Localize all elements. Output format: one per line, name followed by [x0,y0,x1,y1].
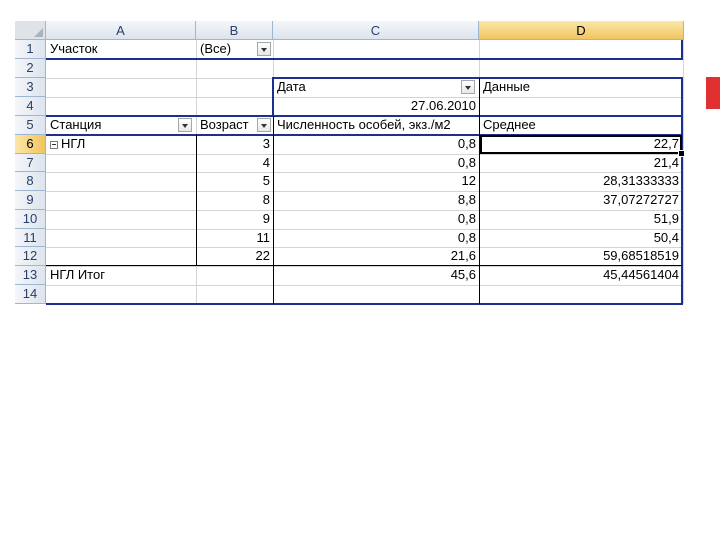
filter-label[interactable]: Участок [47,40,195,58]
filter-value[interactable]: (Все) [197,40,257,58]
age-dropdown-button[interactable] [257,118,271,132]
row-header-4[interactable]: 4 [15,97,46,116]
chevron-down-icon [465,86,471,90]
age-cell[interactable]: 3 [197,135,273,153]
mean-cell[interactable]: 50,4 [480,229,682,247]
chevron-down-icon [261,124,267,128]
pivot-field-date[interactable]: Дата [274,78,464,96]
active-cell-outline[interactable] [480,135,682,154]
station-group-label: НГЛ [61,136,86,151]
column-label-mean[interactable]: Среднее [480,116,680,134]
count-cell[interactable]: 8,8 [274,191,479,209]
row-header-10[interactable]: 10 [15,210,46,229]
row-header-9[interactable]: 9 [15,191,46,210]
fill-handle[interactable] [678,150,685,157]
column-header-a[interactable]: A [46,21,196,40]
total-mean-cell[interactable]: 45,44561404 [480,266,682,284]
pivot-border [681,40,683,60]
column-header-c[interactable]: C [273,21,479,40]
count-cell[interactable]: 0,8 [274,135,479,153]
count-cell[interactable]: 0,8 [274,229,479,247]
count-cell[interactable]: 21,6 [274,247,479,265]
row-header-12[interactable]: 12 [15,247,46,266]
age-cell[interactable]: 22 [197,247,273,265]
row-header-3[interactable]: 3 [15,78,46,97]
row-header-8[interactable]: 8 [15,172,46,191]
select-all-icon [34,28,43,37]
pivot-border [272,77,274,117]
mean-cell[interactable]: 37,07272727 [480,191,682,209]
mean-cell[interactable]: 28,31333333 [480,172,682,190]
slide-accent-bar [706,77,720,109]
pivot-border [46,58,683,60]
pivot-border [272,77,683,79]
age-cell[interactable]: 5 [197,172,273,190]
spreadsheet-grid[interactable]: A B C D 1 2 3 4 5 6 7 8 9 10 11 12 13 14… [15,21,685,305]
pivot-border [46,115,683,117]
gridline [46,285,684,286]
row-header-13[interactable]: 13 [15,266,46,285]
chevron-down-icon [182,124,188,128]
pivot-border [273,116,274,304]
column-header-d[interactable]: D [479,21,684,40]
pivot-border [46,265,682,266]
row-header-7[interactable]: 7 [15,154,46,172]
mean-cell[interactable]: 51,9 [480,210,682,228]
column-header-b[interactable]: B [196,21,273,40]
column-label-count[interactable]: Численность особей, экз./м2 [274,116,479,134]
age-cell[interactable]: 11 [197,229,273,247]
age-cell[interactable]: 8 [197,191,273,209]
pivot-border [681,77,683,305]
mean-cell[interactable]: 59,68518519 [480,247,682,265]
station-dropdown-button[interactable] [178,118,192,132]
filter-dropdown-button[interactable] [257,42,271,56]
pivot-date-value[interactable]: 27.06.2010 [274,97,479,115]
count-cell[interactable]: 0,8 [274,210,479,228]
column-label-age[interactable]: Возраст [197,116,257,134]
total-label[interactable]: НГЛ Итог [47,266,272,284]
total-count-cell[interactable]: 45,6 [274,266,479,284]
collapse-icon[interactable] [50,140,58,149]
row-header-5[interactable]: 5 [15,116,46,135]
row-header-6[interactable]: 6 [15,135,46,154]
column-label-station[interactable]: Станция [47,116,177,134]
row-header-11[interactable]: 11 [15,229,46,247]
pivot-field-data[interactable]: Данные [480,78,680,96]
age-cell[interactable]: 9 [197,210,273,228]
age-cell[interactable]: 4 [197,154,273,172]
date-field-dropdown-button[interactable] [461,80,475,94]
select-all-corner[interactable] [15,21,46,40]
row-header-1[interactable]: 1 [15,40,46,59]
station-group-cell[interactable]: НГЛ [47,135,195,153]
chevron-down-icon [261,48,267,52]
pivot-border [479,78,480,304]
pivot-border [196,135,197,266]
mean-cell[interactable]: 21,4 [480,154,682,172]
row-header-14[interactable]: 14 [15,285,46,304]
pivot-border [46,303,683,305]
row-header-2[interactable]: 2 [15,59,46,78]
count-cell[interactable]: 12 [274,172,479,190]
count-cell[interactable]: 0,8 [274,154,479,172]
